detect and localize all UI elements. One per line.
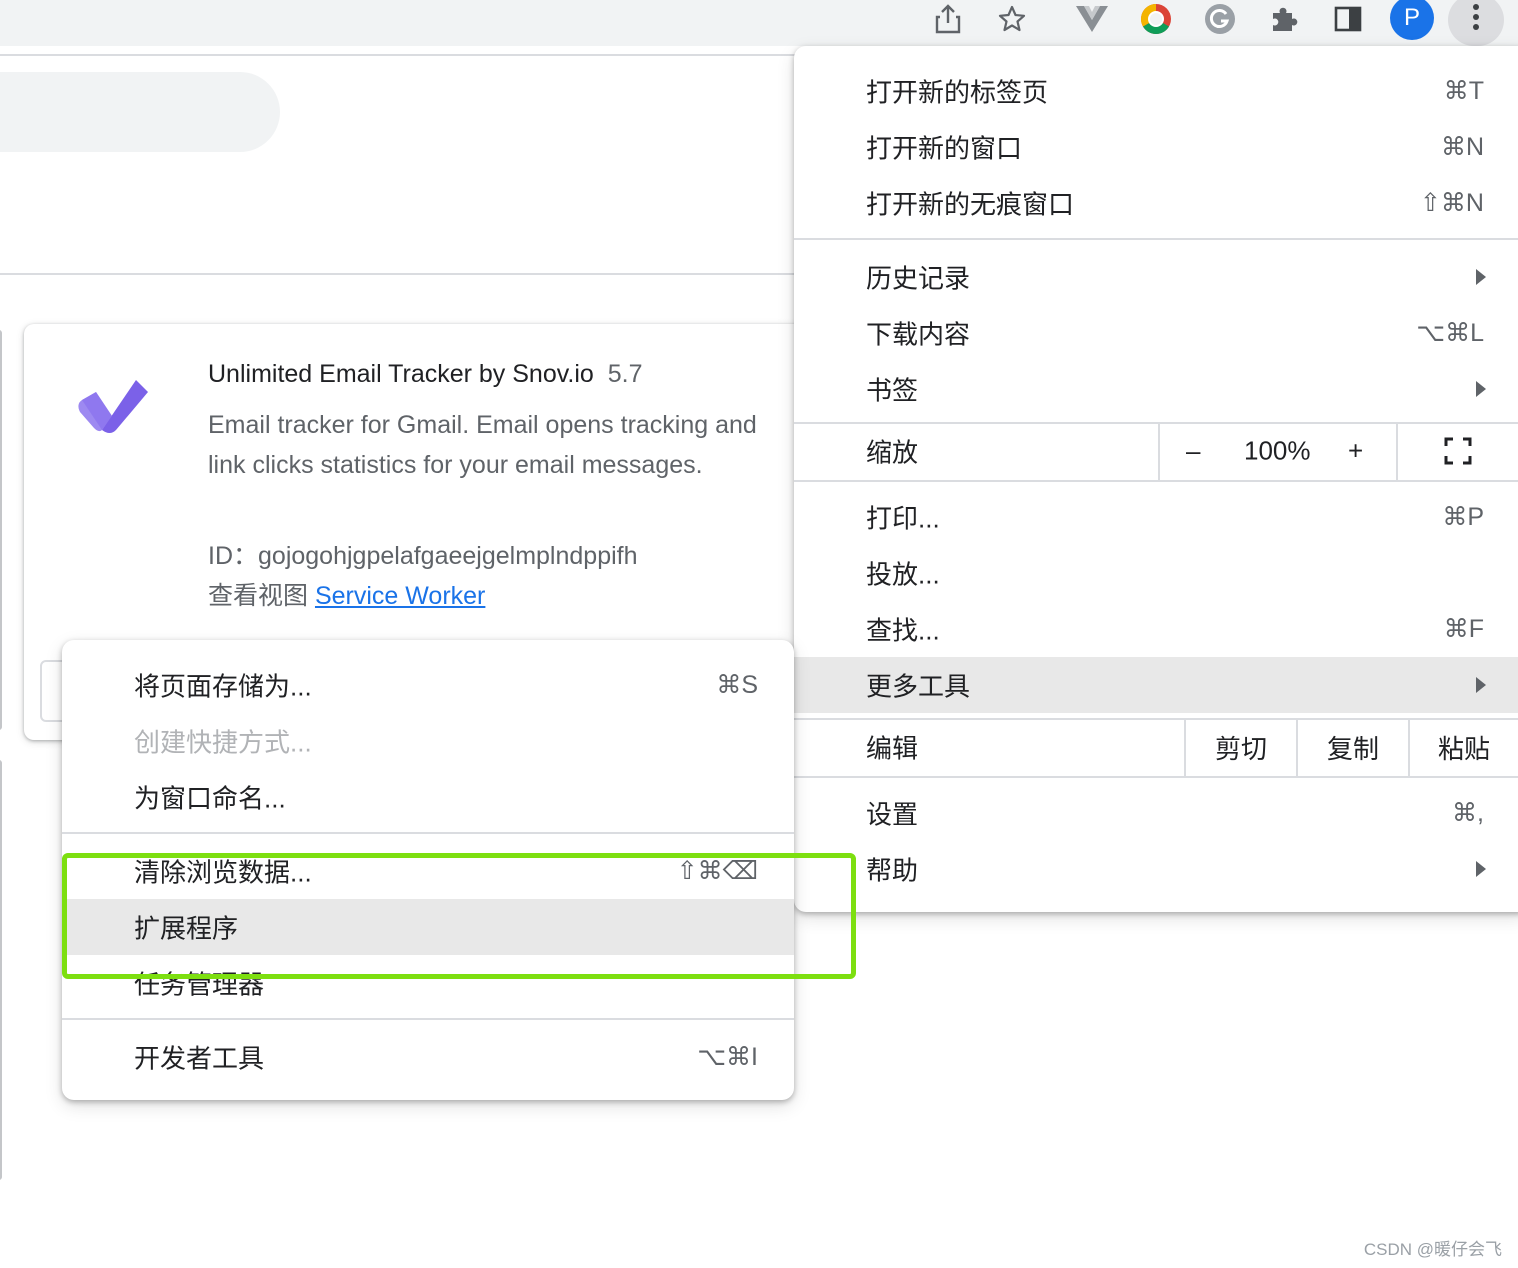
extension-id-label: ID：	[208, 542, 259, 570]
submenu-item-name-window[interactable]: 为窗口命名...	[62, 769, 794, 825]
menu-item-cast[interactable]: 投放...	[794, 545, 1518, 601]
chrome-color-icon[interactable]	[1136, 0, 1176, 38]
puzzle-icon[interactable]	[1264, 0, 1304, 38]
menu-item-label: 将页面存储为...	[134, 671, 312, 702]
menu-divider	[794, 480, 1518, 482]
extension-id-row: ID：gojogohjgpelafgaeejgelmplndppifh	[208, 536, 638, 572]
submenu-arrow-icon	[1476, 381, 1486, 397]
vue-devtools-icon[interactable]	[1072, 0, 1112, 38]
avatar[interactable]: P	[1390, 0, 1434, 40]
shortcut-label: ⇧⌘N	[1419, 189, 1484, 217]
shortcut-label: ⌘T	[1443, 77, 1484, 105]
shortcut-label: ⌥⌘L	[1416, 319, 1484, 347]
menu-item-label: 投放...	[866, 559, 940, 590]
menu-item-label: 下载内容	[866, 319, 971, 350]
copy-button[interactable]: 复制	[1298, 718, 1408, 776]
submenu-arrow-icon	[1476, 269, 1486, 285]
grammarly-icon[interactable]	[1200, 0, 1240, 38]
menu-item-history[interactable]: 历史记录	[794, 249, 1518, 305]
paste-button[interactable]: 粘贴	[1410, 718, 1518, 776]
shortcut-label: ⌘P	[1442, 503, 1484, 531]
menu-item-label: 打开新的标签页	[866, 77, 1049, 108]
zoom-out-button[interactable]: –	[1186, 436, 1200, 467]
zoom-value: 100%	[1244, 435, 1311, 466]
toolbar-border	[0, 54, 800, 56]
side-panel-icon[interactable]	[1328, 0, 1368, 38]
menu-item-new-tab[interactable]: 打开新的标签页 ⌘T	[794, 63, 1518, 119]
browser-toolbar: P	[0, 0, 1518, 46]
menu-item-label: 创建快捷方式...	[134, 727, 312, 758]
page-divider	[0, 273, 800, 275]
menu-item-label: 更多工具	[866, 671, 971, 702]
extension-logo-icon	[74, 372, 154, 438]
shortcut-label: ⌘,	[1452, 799, 1484, 827]
card-edge	[0, 760, 2, 1180]
zoom-label: 缩放	[866, 437, 919, 468]
extension-version: 5.7	[607, 360, 643, 388]
menu-divider	[794, 238, 1518, 240]
menu-divider	[62, 832, 794, 834]
extension-title: Unlimited Email Tracker by Snov.io 5.7	[208, 360, 643, 389]
submenu-arrow-icon	[1476, 677, 1486, 693]
menu-item-label: 书签	[866, 375, 919, 406]
avatar-letter: P	[1403, 4, 1420, 31]
menu-item-label: 为窗口命名...	[134, 783, 286, 814]
highlight-box	[62, 853, 856, 979]
card-edge	[0, 330, 2, 730]
menu-item-label: 打开新的无痕窗口	[866, 189, 1075, 220]
menu-item-label: 历史记录	[866, 263, 971, 294]
extension-name: Unlimited Email Tracker by Snov.io	[208, 360, 594, 388]
share-icon[interactable]	[928, 0, 968, 38]
menu-item-new-incognito[interactable]: 打开新的无痕窗口 ⇧⌘N	[794, 175, 1518, 231]
star-icon[interactable]	[992, 0, 1032, 38]
menu-item-label: 设置	[866, 799, 919, 830]
menu-item-help[interactable]: 帮助	[794, 841, 1518, 897]
extension-description: Email tracker for Gmail. Email opens tra…	[208, 411, 757, 479]
edit-row: 编辑 剪切 复制 粘贴	[794, 718, 1518, 776]
submenu-arrow-icon	[1476, 861, 1486, 877]
views-label: 查看视图	[208, 582, 309, 610]
chrome-main-menu: 打开新的标签页 ⌘T 打开新的窗口 ⌘N 打开新的无痕窗口 ⇧⌘N 历史记录 下…	[794, 46, 1518, 912]
menu-item-downloads[interactable]: 下载内容 ⌥⌘L	[794, 305, 1518, 361]
shortcut-label: ⌘N	[1440, 133, 1484, 161]
extension-id-value: gojogohjgpelafgaeejgelmplndppifh	[258, 542, 638, 570]
shortcut-label: ⌘S	[716, 671, 758, 699]
menu-item-label: 开发者工具	[134, 1043, 265, 1074]
menu-item-label: 打开新的窗口	[866, 133, 1023, 164]
extension-views-row: 查看视图 Service Worker	[208, 576, 485, 612]
menu-item-label: 帮助	[866, 855, 919, 886]
menu-divider	[62, 1018, 794, 1020]
submenu-item-save-page[interactable]: 将页面存储为... ⌘S	[62, 657, 794, 713]
cut-button[interactable]: 剪切	[1186, 718, 1296, 776]
fullscreen-icon[interactable]	[1444, 437, 1472, 465]
menu-item-print[interactable]: 打印... ⌘P	[794, 489, 1518, 545]
service-worker-link[interactable]: Service Worker	[315, 582, 485, 610]
zoom-row: 缩放 – 100% +	[794, 422, 1518, 480]
menu-item-new-window[interactable]: 打开新的窗口 ⌘N	[794, 119, 1518, 175]
shortcut-label: ⌘F	[1443, 615, 1484, 643]
menu-item-bookmarks[interactable]: 书签	[794, 361, 1518, 417]
zoom-in-button[interactable]: +	[1348, 436, 1363, 467]
zoom-divider	[1396, 422, 1398, 480]
submenu-item-create-shortcut: 创建快捷方式...	[62, 713, 794, 769]
menu-item-label: 查找...	[866, 615, 940, 646]
search-input[interactable]	[0, 72, 280, 152]
menu-item-find[interactable]: 查找... ⌘F	[794, 601, 1518, 657]
submenu-item-dev-tools[interactable]: 开发者工具 ⌥⌘I	[62, 1029, 794, 1085]
watermark: CSDN @暖仔会飞	[1363, 1240, 1502, 1259]
menu-divider	[794, 776, 1518, 778]
edit-label: 编辑	[866, 733, 919, 764]
menu-item-label: 打印...	[866, 503, 940, 534]
menu-item-more-tools[interactable]: 更多工具	[794, 657, 1518, 713]
menu-item-settings[interactable]: 设置 ⌘,	[794, 785, 1518, 841]
zoom-divider	[1158, 422, 1160, 480]
shortcut-label: ⌥⌘I	[697, 1043, 758, 1071]
more-vert-icon[interactable]	[1448, 0, 1504, 46]
